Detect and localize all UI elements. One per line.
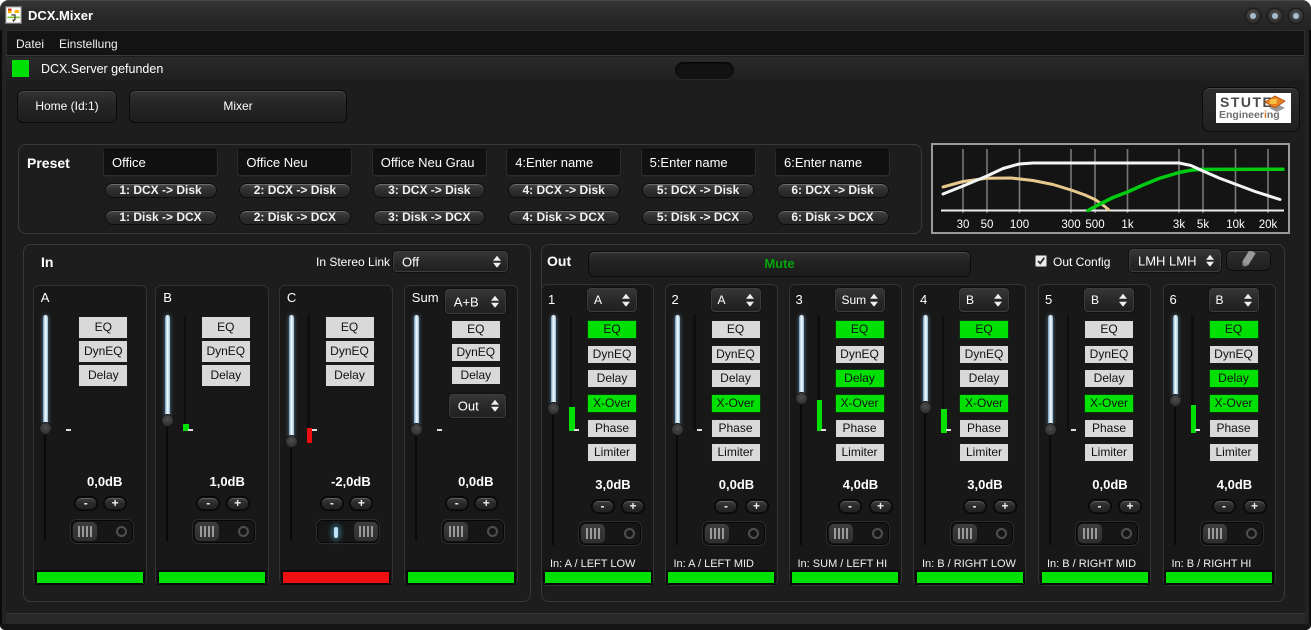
svg-text:10k: 10k [1226,219,1245,231]
svg-text:3k: 3k [1173,219,1185,231]
svg-text:500: 500 [1085,219,1104,231]
svg-text:5k: 5k [1197,219,1209,231]
svg-text:50: 50 [981,219,994,231]
svg-text:30: 30 [957,219,970,231]
svg-text:300: 300 [1061,219,1080,231]
svg-text:1k: 1k [1121,219,1133,231]
svg-text:100: 100 [1010,219,1029,231]
svg-text:20k: 20k [1259,219,1278,231]
